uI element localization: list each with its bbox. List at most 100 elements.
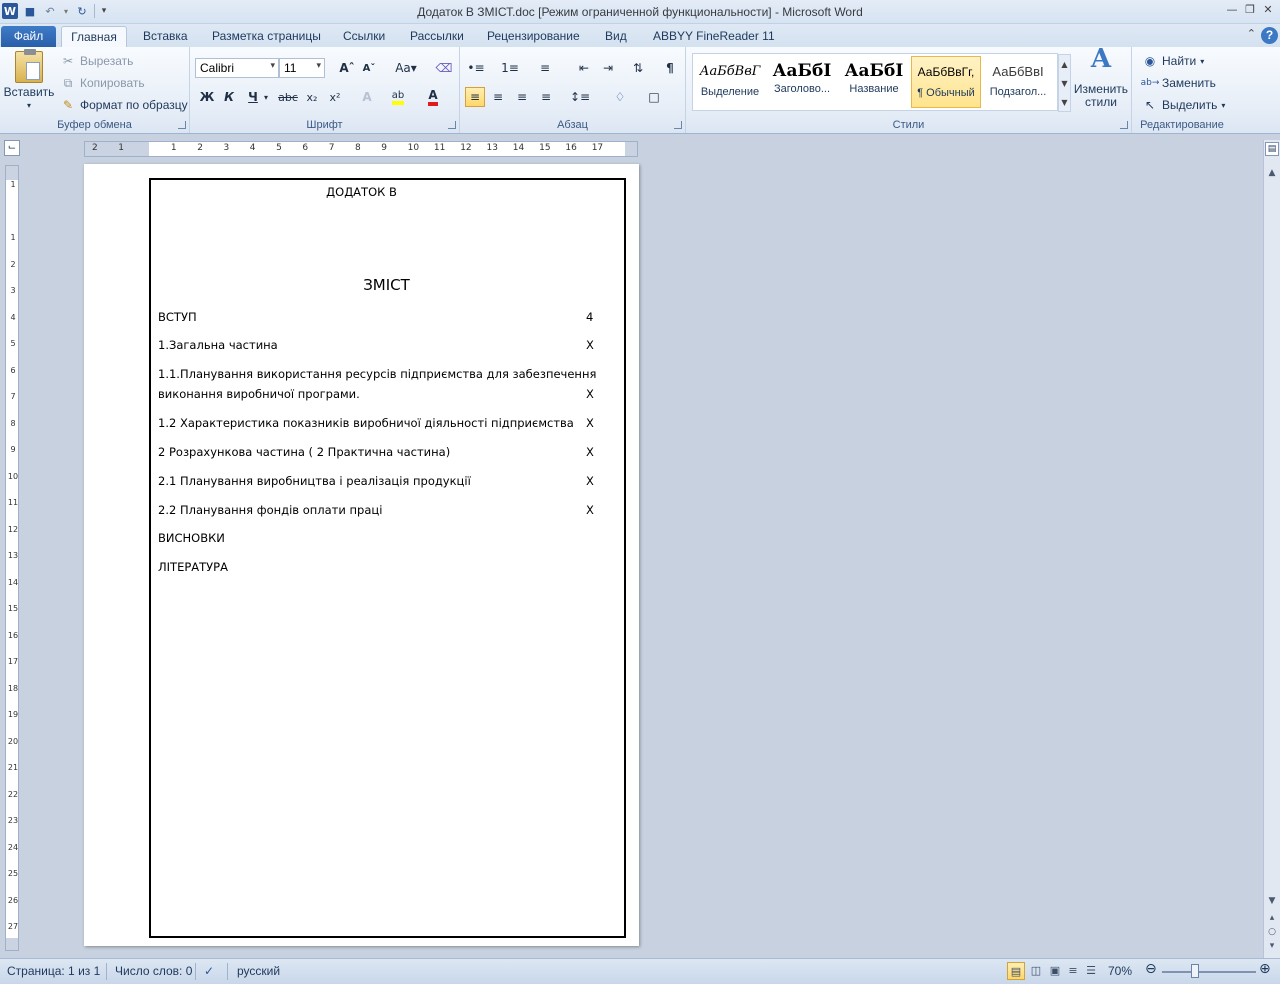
style-subtitle[interactable]: АаБбВвІ Подзагол...	[983, 56, 1053, 108]
style-title[interactable]: АаБбІ Название	[839, 56, 909, 108]
tab-home[interactable]: Главная	[61, 26, 127, 47]
scroll-up-icon[interactable]: ▲	[1266, 168, 1278, 178]
dialog-launcher-icon[interactable]	[448, 121, 456, 129]
tab-view[interactable]: Вид	[599, 26, 633, 47]
change-case-icon[interactable]: Aa▾	[393, 58, 419, 78]
font-color-icon[interactable]: A	[423, 87, 443, 107]
full-screen-reading-icon[interactable]: ◫	[1027, 962, 1045, 980]
justify-icon[interactable]: ≡	[536, 87, 556, 107]
font-name-combo[interactable]: Calibri ▾	[195, 58, 279, 78]
find-button[interactable]: ◉ Найти ▾	[1142, 53, 1205, 69]
ruler-tick-label: 11	[7, 498, 19, 507]
underline-icon[interactable]: Ч	[243, 87, 263, 107]
browse-object-icon[interactable]: ○	[1266, 927, 1278, 937]
style-name: Заголово...	[773, 83, 831, 95]
sort-icon[interactable]: ⇅	[628, 58, 648, 78]
font-size-combo[interactable]: 11 ▾	[279, 58, 325, 78]
style-emphasis[interactable]: АаБбВвГ Выделение	[695, 56, 765, 108]
strikethrough-icon[interactable]: abc	[278, 87, 298, 107]
text-effects-icon[interactable]: A	[357, 87, 377, 107]
tab-abbyy[interactable]: ABBYY FineReader 11	[647, 26, 781, 47]
styles-group-label: Стили	[892, 119, 925, 131]
chevron-down-icon[interactable]: ▾	[261, 87, 271, 107]
select-button[interactable]: ↖ Выделить ▾	[1142, 97, 1225, 113]
bullets-icon[interactable]: •≡	[466, 58, 486, 78]
grow-font-icon[interactable]: Aˆ	[337, 58, 357, 78]
shrink-font-icon[interactable]: Aˇ	[359, 58, 379, 78]
vertical-ruler[interactable]: 1 1 2 3 4 5 6 7 8 9 10 11 12 13 14 15 16 17 18 19 20 21 22 23 24…	[5, 165, 19, 951]
replace-button[interactable]: ab→ Заменить	[1141, 75, 1216, 91]
multilevel-list-icon[interactable]: ≡	[535, 58, 555, 78]
style-name: Выделение	[700, 86, 760, 98]
toc-page-number: 4	[586, 310, 594, 324]
increase-indent-icon[interactable]: ⇥	[598, 58, 618, 78]
tab-insert[interactable]: Вставка	[137, 26, 194, 47]
cut-button[interactable]: ✂ Вырезать	[60, 53, 133, 69]
proofing-icon[interactable]: ✓	[204, 964, 214, 978]
close-icon[interactable]: ✕	[1260, 2, 1276, 18]
zoom-level[interactable]: 70%	[1108, 964, 1132, 978]
draft-icon[interactable]: ☰	[1082, 962, 1100, 980]
document-area[interactable]: ДОДАТОК В ЗМІСТ ВСТУП 4 1.Загальна части…	[22, 157, 1264, 957]
align-right-icon[interactable]: ≡	[512, 87, 532, 107]
tab-page-layout[interactable]: Разметка страницы	[206, 26, 327, 47]
copy-button[interactable]: ⧉ Копировать	[60, 75, 145, 91]
vertical-scrollbar[interactable]: ▤ ▲ ▼ ▴ ○ ▾	[1263, 140, 1280, 958]
maximize-icon[interactable]: ❐	[1242, 2, 1258, 18]
highlight-icon[interactable]: ab	[388, 87, 408, 107]
zoom-slider-thumb[interactable]	[1191, 964, 1199, 978]
align-center-icon[interactable]: ≡	[488, 87, 508, 107]
tab-file[interactable]: Файл	[1, 26, 56, 47]
previous-page-icon[interactable]: ▴	[1266, 913, 1278, 923]
zoom-out-icon[interactable]: ⊖	[1145, 961, 1157, 977]
toc-page-number: X	[586, 503, 594, 517]
italic-icon[interactable]: К	[219, 87, 239, 107]
tab-review[interactable]: Рецензирование	[481, 26, 586, 47]
dialog-launcher-icon[interactable]	[178, 121, 186, 129]
zoom-slider-track[interactable]	[1162, 971, 1256, 973]
ruler-tick-label: 20	[7, 736, 19, 746]
zoom-in-icon[interactable]: ⊕	[1259, 961, 1271, 977]
tab-mailings[interactable]: Рассылки	[404, 26, 470, 47]
gallery-scroll[interactable]: ▲ ▼ ▼	[1058, 54, 1071, 112]
ruler-tick-label: 26	[7, 895, 19, 905]
show-formatting-icon[interactable]: ¶	[660, 58, 680, 78]
align-left-icon[interactable]: ≡	[465, 87, 485, 107]
next-page-icon[interactable]: ▾	[1266, 941, 1278, 951]
borders-icon[interactable]: □	[644, 87, 664, 107]
language[interactable]: русский	[237, 964, 280, 978]
right-margin-area	[625, 142, 637, 156]
page-count[interactable]: Страница: 1 из 1	[7, 964, 100, 978]
scroll-down-icon[interactable]: ▼	[1266, 896, 1278, 906]
outline-icon[interactable]: ≡	[1064, 962, 1082, 980]
web-layout-icon[interactable]: ▣	[1046, 962, 1064, 980]
subscript-icon[interactable]: x₂	[302, 87, 322, 107]
paste-button[interactable]: Вставить ▾	[4, 49, 54, 110]
dialog-launcher-icon[interactable]	[674, 121, 682, 129]
tab-stop-selector[interactable]: ⌙	[4, 140, 20, 156]
document-page[interactable]: ДОДАТОК В ЗМІСТ ВСТУП 4 1.Загальна части…	[84, 164, 639, 946]
superscript-icon[interactable]: x²	[325, 87, 345, 107]
minimize-icon[interactable]: —	[1224, 2, 1240, 18]
style-heading[interactable]: АаБбІ Заголово...	[767, 56, 837, 108]
bold-icon[interactable]: Ж	[197, 87, 217, 107]
change-styles-button[interactable]: A Изменить стили	[1072, 46, 1130, 109]
style-preview: АаБбІ	[772, 61, 832, 81]
numbering-icon[interactable]: 1≡	[500, 58, 520, 78]
dialog-launcher-icon[interactable]	[1120, 121, 1128, 129]
shading-icon[interactable]: ♢	[610, 87, 630, 107]
word-count[interactable]: Число слов: 0	[115, 964, 192, 978]
collapse-ribbon-icon[interactable]: ⌃	[1247, 27, 1256, 40]
format-painter-button[interactable]: ✎ Формат по образцу	[60, 97, 188, 113]
decrease-indent-icon[interactable]: ⇤	[574, 58, 594, 78]
print-layout-icon[interactable]: ▤	[1007, 962, 1025, 980]
view-ruler-icon[interactable]: ▤	[1265, 142, 1279, 156]
style-normal[interactable]: АаБбВвГг, ¶ Обычный	[911, 56, 981, 108]
ruler-tick-label: 12	[460, 143, 472, 153]
clear-formatting-icon[interactable]: ⌫	[434, 58, 454, 78]
line-spacing-icon[interactable]: ↕≡	[570, 87, 590, 107]
tab-references[interactable]: Ссылки	[337, 26, 391, 47]
help-icon[interactable]: ?	[1261, 27, 1278, 44]
horizontal-ruler[interactable]: 2 1 1 2 3 4 5 6 7 8 9 10 11 12 13 14 15 16 17	[84, 141, 638, 157]
chevron-down-icon: ▾	[1200, 56, 1205, 66]
